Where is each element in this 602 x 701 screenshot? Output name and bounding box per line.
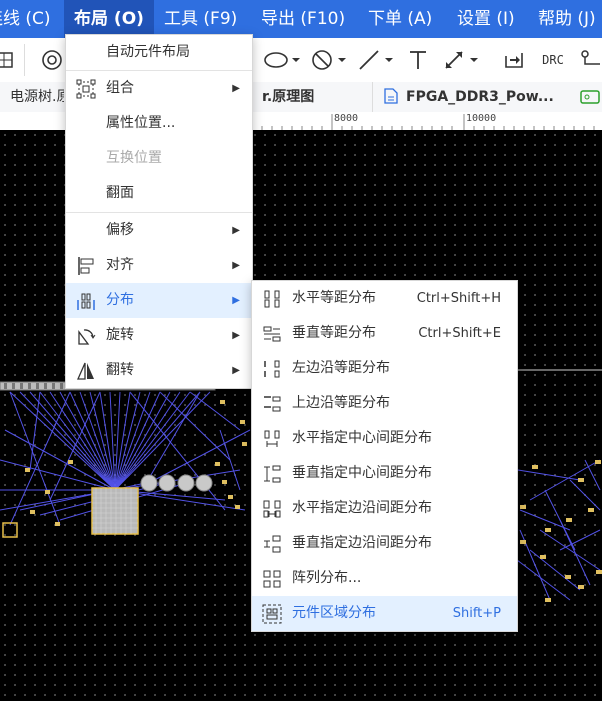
- menu-item-swap-position: 互换位置: [106, 150, 162, 166]
- route-icon[interactable]: [580, 44, 602, 76]
- menu-item-flip[interactable]: 翻转 ▶: [66, 353, 252, 388]
- dimension-icon[interactable]: [442, 44, 482, 76]
- menu-item-h-edge-spacing[interactable]: 水平指定边沿间距分布: [252, 491, 517, 526]
- menu-export[interactable]: 导出 (F10): [261, 0, 345, 38]
- array-distribute-icon: [262, 569, 282, 589]
- menu-layout[interactable]: 布局 (O): [64, 0, 154, 38]
- document-icon: [384, 88, 398, 104]
- top-edge-distribute-icon: [262, 394, 282, 414]
- menu-item-array-distribute[interactable]: 阵列分布...: [252, 561, 517, 596]
- submenu-arrow-icon: ▶: [232, 295, 240, 306]
- tab-divider: [372, 82, 373, 112]
- v-equal-distribute-icon: [262, 324, 282, 344]
- group-icon: [76, 79, 96, 99]
- menu-order[interactable]: 下单 (A): [368, 0, 432, 38]
- menu-item-flip-side[interactable]: 翻面: [66, 176, 252, 211]
- ruler-tick-label: 10000: [466, 113, 497, 124]
- tab-schematic[interactable]: r.原理图: [262, 82, 372, 112]
- menu-item-auto-layout[interactable]: 自动元件布局: [66, 35, 252, 70]
- menu-item-attribute-position[interactable]: 属性位置...: [66, 106, 252, 141]
- v-edge-spacing-icon: [262, 534, 282, 554]
- menu-item-h-equal-distribute[interactable]: 水平等距分布 Ctrl+Shift+H: [252, 281, 517, 316]
- menu-item-h-center-spacing[interactable]: 水平指定中心间距分布: [252, 421, 517, 456]
- menu-item-v-edge-spacing[interactable]: 垂直指定边沿间距分布: [252, 526, 517, 561]
- left-edge-distribute-icon: [262, 359, 282, 379]
- menu-item-top-edge-distribute[interactable]: 上边沿等距分布: [252, 386, 517, 421]
- menu-item-v-center-spacing[interactable]: 垂直指定中心间距分布: [252, 456, 517, 491]
- flip-icon: [76, 361, 96, 381]
- menu-tools[interactable]: 工具 (F9): [164, 0, 237, 38]
- submenu-arrow-icon: ▶: [232, 225, 240, 236]
- text-icon[interactable]: [404, 44, 432, 76]
- ruler-tick-label: 8000: [334, 113, 359, 124]
- tab-fpga-ddr3[interactable]: FPGA_DDR3_Pow...: [384, 82, 564, 112]
- menu-route[interactable]: 连线 (C): [0, 0, 51, 38]
- v-center-spacing-icon: [262, 464, 282, 484]
- distribute-icon: [76, 291, 96, 311]
- h-equal-distribute-icon: [262, 289, 282, 309]
- grid-icon[interactable]: [0, 44, 16, 76]
- ellipse-icon[interactable]: [262, 44, 302, 76]
- menu-item-v-equal-distribute[interactable]: 垂直等距分布 Ctrl+Shift+E: [252, 316, 517, 351]
- h-edge-spacing-icon: [262, 499, 282, 519]
- distribute-submenu: 水平等距分布 Ctrl+Shift+H 垂直等距分布 Ctrl+Shift+E …: [251, 280, 518, 632]
- layout-menu: 自动元件布局 组合 ▶ 属性位置... 互换位置 翻面 偏移 ▶ 对齐 ▶ 分布…: [65, 34, 253, 389]
- submenu-arrow-icon: ▶: [232, 330, 240, 341]
- menu-item-group[interactable]: 组合 ▶: [66, 71, 252, 106]
- submenu-arrow-icon: ▶: [232, 83, 240, 94]
- pcb-doc-icon[interactable]: [578, 82, 602, 112]
- drc-icon[interactable]: DRC: [538, 44, 568, 76]
- menu-settings[interactable]: 设置 (I): [457, 0, 515, 38]
- tab-power-tree[interactable]: 电源树.原理图: [0, 82, 64, 112]
- menu-item-area-distribute[interactable]: 元件区域分布 Shift+P: [252, 596, 517, 631]
- menu-item-distribute[interactable]: 分布 ▶: [66, 283, 252, 318]
- menu-item-left-edge-distribute[interactable]: 左边沿等距分布: [252, 351, 517, 386]
- align-icon: [76, 256, 96, 276]
- h-center-spacing-icon: [262, 429, 282, 449]
- menu-bar: 连线 (C) 布局 (O) 工具 (F9) 导出 (F10) 下单 (A) 设置…: [0, 0, 602, 38]
- no-symbol-icon[interactable]: [310, 44, 350, 76]
- menu-item-align[interactable]: 对齐 ▶: [66, 248, 252, 283]
- toolbar-divider: [24, 44, 25, 76]
- import-icon[interactable]: [501, 44, 527, 76]
- menu-item-rotate[interactable]: 旋转 ▶: [66, 318, 252, 353]
- line-icon[interactable]: [357, 44, 397, 76]
- target-icon[interactable]: [40, 44, 64, 76]
- menu-help[interactable]: 帮助 (J): [538, 0, 596, 38]
- rotate-icon: [76, 326, 96, 346]
- submenu-arrow-icon: ▶: [232, 365, 240, 376]
- area-distribute-icon: [262, 604, 282, 624]
- menu-item-offset[interactable]: 偏移 ▶: [66, 213, 252, 248]
- submenu-arrow-icon: ▶: [232, 260, 240, 271]
